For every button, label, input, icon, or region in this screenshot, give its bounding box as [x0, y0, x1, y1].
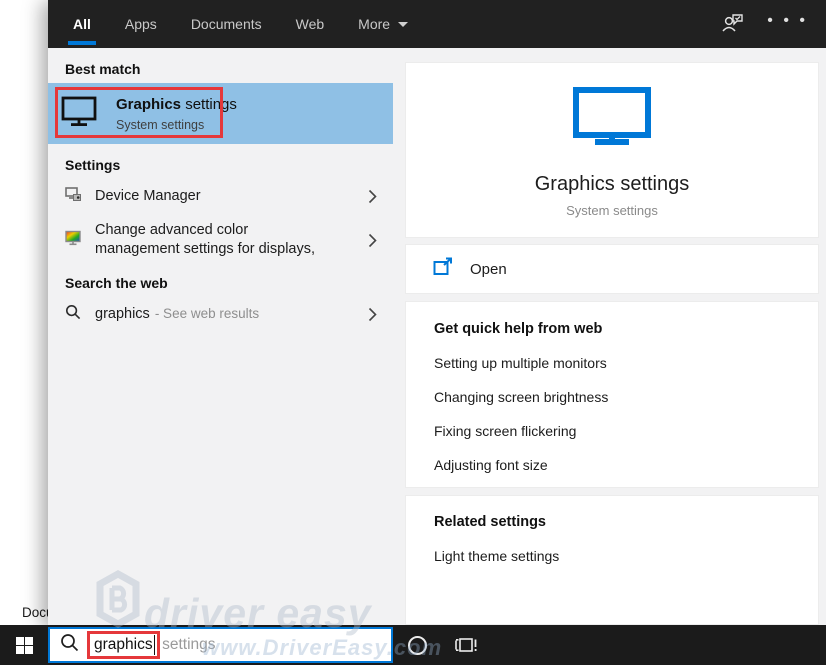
chevron-right-icon [368, 233, 381, 248]
search-results-body: Best match Graphics settings System sett… [48, 48, 826, 625]
start-button[interactable] [0, 625, 48, 665]
help-link-multiple-monitors[interactable]: Setting up multiple monitors [434, 355, 818, 371]
preview-card: Graphics settings System settings [405, 62, 819, 238]
open-external-icon [433, 257, 453, 281]
text-cursor [153, 635, 156, 655]
open-action[interactable]: Open [405, 244, 819, 294]
task-view-button[interactable] [448, 625, 484, 665]
tab-apps[interactable]: Apps [121, 0, 161, 48]
web-section-header: Search the web [65, 275, 168, 291]
monitor-icon [61, 96, 97, 132]
search-typed-text: graphics [94, 636, 153, 653]
settings-section-header: Settings [65, 157, 121, 173]
tab-more[interactable]: More [354, 0, 412, 48]
chevron-right-icon [368, 307, 381, 322]
color-management-icon [65, 230, 81, 251]
help-link-screen-brightness[interactable]: Changing screen brightness [434, 389, 818, 405]
tab-web[interactable]: Web [292, 0, 329, 48]
best-match-header: Best match [65, 61, 141, 77]
search-icon [60, 633, 79, 657]
preview-pane: Graphics settings System settings Open G… [393, 48, 826, 625]
related-link-light-theme[interactable]: Light theme settings [434, 548, 818, 564]
best-match-subtitle: System settings [116, 117, 205, 132]
search-flyout-panel: All Apps Documents Web More • • • Best m… [48, 0, 826, 625]
result-color-management[interactable]: Change advanced color management setting… [48, 221, 393, 259]
cortana-circle-icon [407, 635, 427, 655]
taskbar-search-input[interactable]: graphics settings [48, 627, 393, 663]
annotation-box-search-term: graphics [87, 631, 161, 659]
results-list: Best match Graphics settings System sett… [48, 48, 393, 625]
best-match-result-graphics-settings[interactable]: Graphics settings System settings [48, 83, 393, 144]
preview-title: Graphics settings [534, 173, 690, 195]
chevron-right-icon [368, 189, 381, 204]
preview-subtitle: System settings [566, 203, 658, 218]
chevron-down-icon [398, 21, 409, 27]
taskbar: graphics settings [0, 625, 826, 665]
search-icon [65, 304, 81, 325]
quick-help-card: Get quick help from web Setting up multi… [405, 301, 819, 488]
cortana-button[interactable] [400, 625, 434, 665]
related-settings-header: Related settings [434, 514, 546, 530]
task-view-icon [455, 638, 477, 652]
best-match-title: Graphics settings [116, 95, 237, 113]
result-device-manager[interactable]: Device Manager [48, 181, 393, 211]
tab-all[interactable]: All [67, 0, 96, 48]
windows-logo-icon [15, 636, 33, 654]
result-web-search[interactable]: graphics - See web results [48, 299, 393, 329]
monitor-icon-large [573, 87, 651, 150]
related-settings-card: Related settings Light theme settings [405, 495, 819, 625]
tab-documents[interactable]: Documents [187, 0, 266, 48]
search-tab-bar: All Apps Documents Web More • • • [48, 0, 826, 48]
feedback-person-icon[interactable] [721, 11, 745, 38]
screen: Docu All Apps Documents Web More • • • B… [0, 0, 826, 665]
more-options-icon[interactable]: • • • [767, 13, 808, 32]
quick-help-header: Get quick help from web [434, 321, 603, 337]
help-link-font-size[interactable]: Adjusting font size [434, 457, 818, 473]
help-link-screen-flickering[interactable]: Fixing screen flickering [434, 423, 818, 439]
active-tab-underline [67, 41, 96, 45]
device-manager-icon [65, 186, 81, 207]
search-suggestion-text: settings [162, 636, 216, 653]
